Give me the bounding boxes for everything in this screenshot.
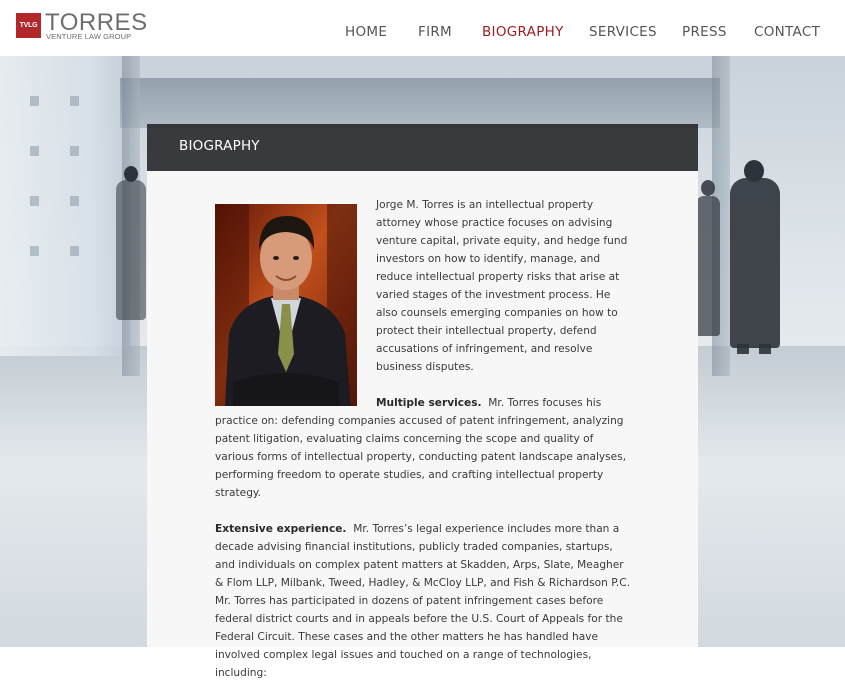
nav-services[interactable]: SERVICES xyxy=(589,24,657,40)
nav-contact[interactable]: CONTACT xyxy=(754,24,820,40)
nav-home[interactable]: HOME xyxy=(345,24,387,40)
logo-tagline: VENTURE LAW GROUP xyxy=(46,32,132,41)
hero-silhouette xyxy=(701,180,715,196)
logo-mark: TVLG xyxy=(16,13,41,38)
hero-silhouette xyxy=(730,178,780,348)
hero-silhouette xyxy=(116,180,146,320)
hero-window xyxy=(30,96,39,106)
hero-silhouette xyxy=(696,196,720,336)
logo-mark-text: TVLG xyxy=(19,22,38,29)
intro-text: Jorge M. Torres is an intellectual prope… xyxy=(376,199,628,373)
page-title: BIOGRAPHY xyxy=(179,138,260,154)
nav-biography[interactable]: BIOGRAPHY xyxy=(482,24,564,40)
hero-silhouette xyxy=(737,344,749,354)
experience-heading: Extensive experience. xyxy=(215,523,347,535)
biography-text: Jorge M. Torres is an intellectual prope… xyxy=(215,196,632,682)
experience-paragraph: Extensive experience. Mr. Torres’s legal… xyxy=(215,520,632,682)
portrait-spacer xyxy=(215,196,362,404)
hero-window xyxy=(30,196,39,206)
hero-window xyxy=(70,246,79,256)
hero-silhouette xyxy=(759,344,771,354)
hero-window xyxy=(70,146,79,156)
panel-header: BIOGRAPHY xyxy=(147,124,698,171)
services-heading: Multiple services. xyxy=(376,397,482,409)
services-paragraph: Multiple services. Mr. Torres focuses hi… xyxy=(215,394,632,502)
nav-firm[interactable]: FIRM xyxy=(418,24,452,40)
hero-ceiling xyxy=(120,78,720,128)
hero-window xyxy=(30,246,39,256)
biography-panel: Jorge M. Torres is an intellectual prope… xyxy=(147,171,698,679)
services-text: Mr. Torres focuses his practice on: defe… xyxy=(215,397,627,499)
nav-press[interactable]: PRESS xyxy=(682,24,727,40)
hero-window xyxy=(30,146,39,156)
site-header: TVLG TORRES VENTURE LAW GROUP HOME FIRM … xyxy=(0,0,845,56)
hero-window xyxy=(70,96,79,106)
hero-window xyxy=(70,196,79,206)
experience-text: Mr. Torres’s legal experience includes m… xyxy=(215,523,631,679)
hero-building xyxy=(0,56,130,356)
